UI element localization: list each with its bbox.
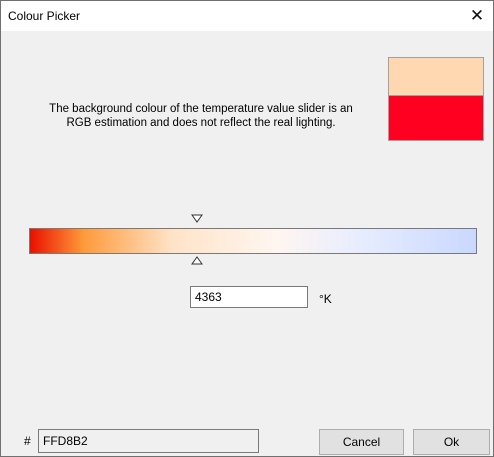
ok-button[interactable]: Ok <box>413 429 490 455</box>
original-colour-swatch <box>388 95 484 141</box>
colour-picker-dialog: Colour Picker ✕ The background colour of… <box>0 0 494 457</box>
close-icon[interactable]: ✕ <box>461 1 493 31</box>
selected-colour-swatch <box>388 57 484 96</box>
title-bar: Colour Picker ✕ <box>1 1 493 31</box>
hex-colour-input[interactable] <box>38 429 259 453</box>
cancel-button[interactable]: Cancel <box>319 429 404 455</box>
temperature-value-input[interactable] <box>190 286 308 308</box>
temperature-unit-label: °K <box>319 292 332 306</box>
temperature-slider-track[interactable] <box>29 228 477 254</box>
window-title: Colour Picker <box>8 9 81 23</box>
hex-prefix-label: # <box>24 434 31 448</box>
triangle-up-icon[interactable] <box>191 256 203 266</box>
slider-note: The background colour of the temperature… <box>49 103 353 129</box>
triangle-down-icon[interactable] <box>191 214 203 224</box>
